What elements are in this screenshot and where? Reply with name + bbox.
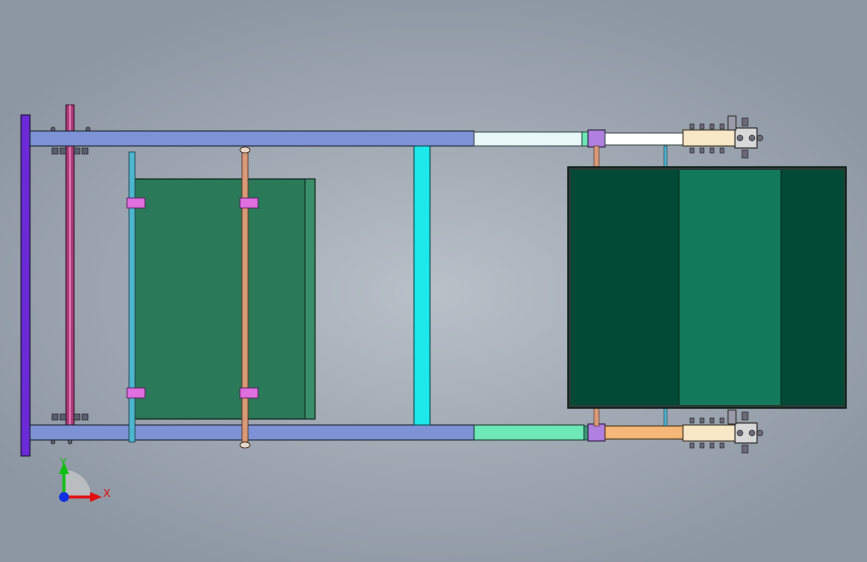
xyz-axis-triad-icon: X Y: [59, 456, 111, 502]
cyan-crossbar[interactable]: [413, 145, 431, 426]
end-plate-left[interactable]: [20, 114, 31, 457]
green-tray[interactable]: [132, 178, 316, 420]
assembly-top-view: X Y: [20, 104, 847, 502]
end-clamp-top[interactable]: [682, 115, 764, 159]
axis-x-label: X: [103, 487, 111, 500]
drive-shaft-magenta[interactable]: [65, 104, 75, 426]
right-panel[interactable]: [567, 166, 847, 409]
rail-extension-bottom[interactable]: [473, 423, 684, 442]
guide-rod-cyan[interactable]: [128, 151, 136, 443]
rail-extension-top[interactable]: [473, 129, 684, 148]
axis-y-label: Y: [59, 456, 67, 469]
main-rail-bottom[interactable]: [29, 424, 475, 441]
main-rail-top[interactable]: [29, 130, 475, 147]
cad-viewport[interactable]: X Y: [0, 0, 867, 562]
end-clamp-bottom[interactable]: [682, 409, 764, 454]
